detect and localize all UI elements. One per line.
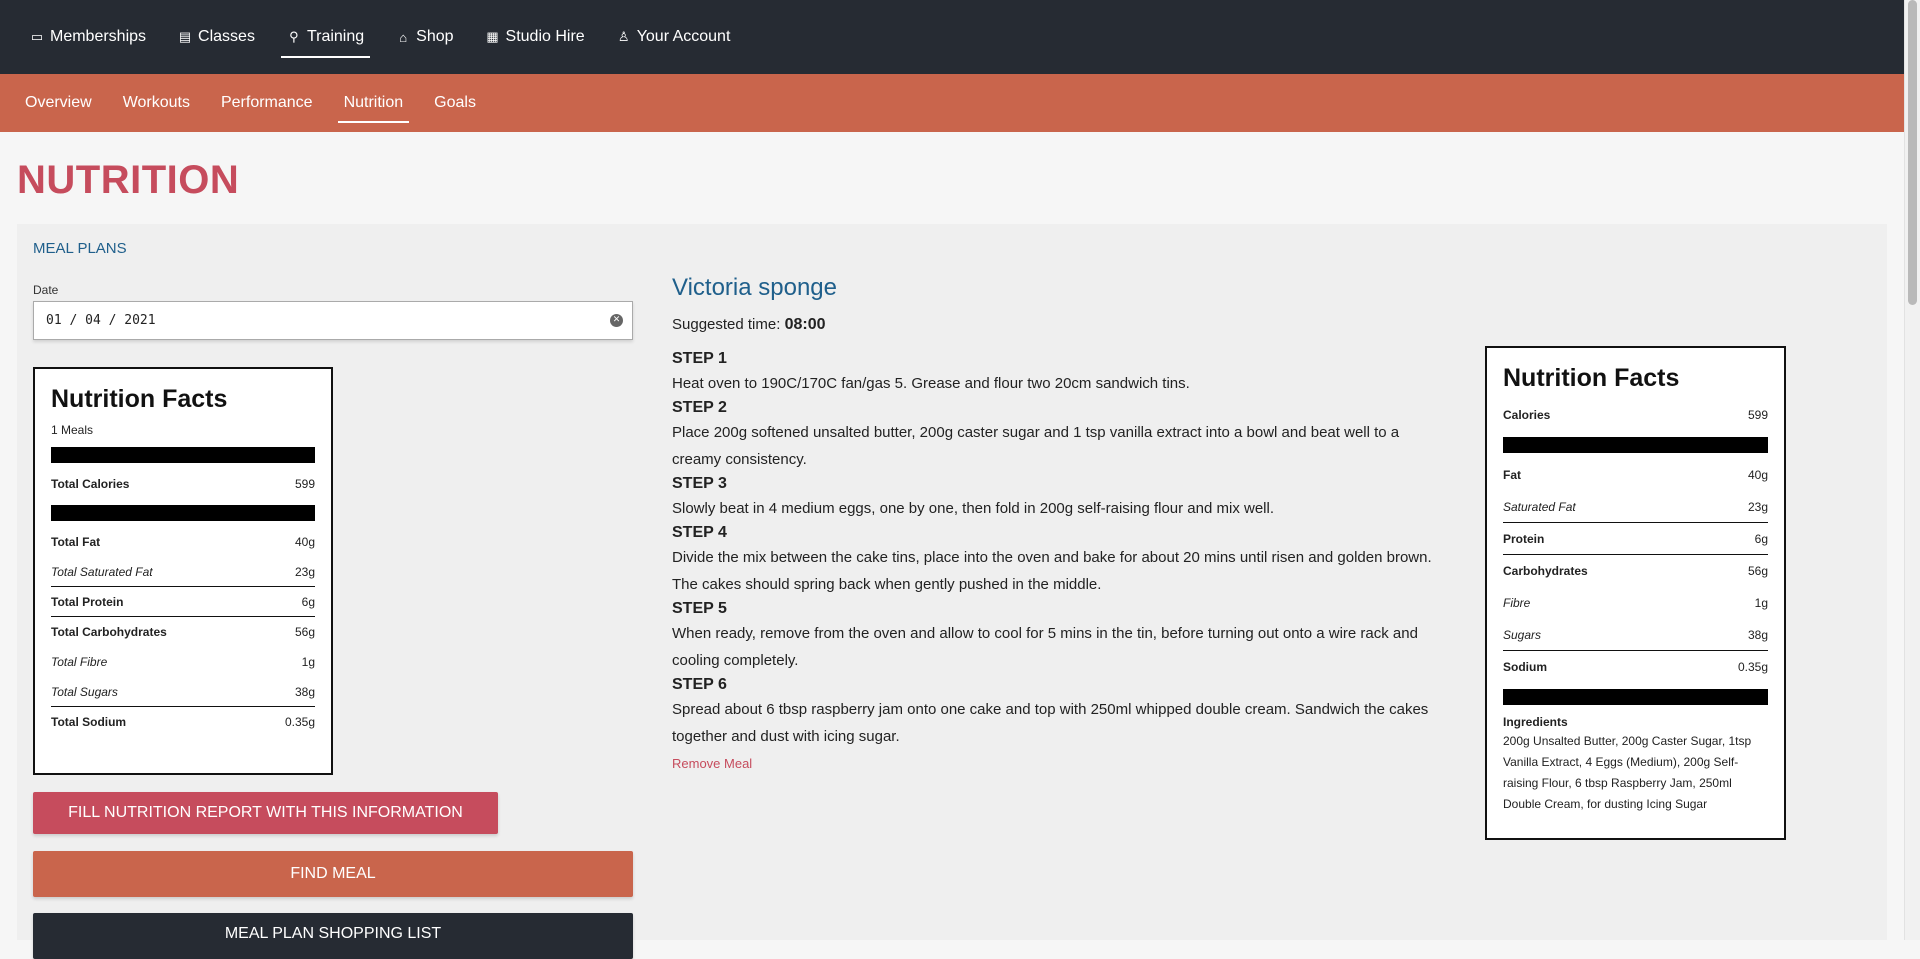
fact-row-fibre: Total Fibre 1g xyxy=(51,655,315,669)
fill-nutrition-report-button[interactable]: FILL NUTRITION REPORT WITH THIS INFORMAT… xyxy=(33,792,498,834)
nav-label: Your Account xyxy=(636,28,731,45)
step-text: Place 200g softened unsalted butter, 200… xyxy=(672,424,1400,468)
step-title: STEP 6 xyxy=(672,676,727,693)
fact-row-fibre: Fibre 1g xyxy=(1503,596,1768,610)
nutrition-facts-title: Nutrition Facts xyxy=(1503,364,1680,392)
divider-bar xyxy=(51,447,315,463)
nutrition-facts-title: Nutrition Facts xyxy=(51,385,228,413)
date-input[interactable]: 01 / 04 / 2021 ✕ xyxy=(33,301,633,340)
step-text: Heat oven to 190C/170C fan/gas 5. Grease… xyxy=(672,375,1190,392)
fact-row-carbohydrates: Carbohydrates 56g xyxy=(1503,564,1768,578)
building-icon: ▦ xyxy=(486,29,499,44)
suggested-time-value: 08:00 xyxy=(784,316,826,333)
step-title: STEP 4 xyxy=(672,524,727,541)
tab-performance[interactable]: Performance xyxy=(215,83,319,123)
calendar-icon: ▤ xyxy=(178,29,192,44)
fact-row-fat: Fat 40g xyxy=(1503,468,1768,482)
recipe-steps: STEP 1 Heat oven to 190C/170C fan/gas 5.… xyxy=(672,348,1432,773)
summary-nutrition-facts: Nutrition Facts 1 Meals Total Calories 5… xyxy=(33,367,333,775)
date-label: Date xyxy=(33,283,59,297)
calories-row: Calories 599 xyxy=(1503,408,1768,422)
shopping-list-button[interactable]: MEAL PLAN SHOPPING LIST xyxy=(33,913,633,959)
fact-row-protein: Total Protein 6g xyxy=(51,587,315,617)
nav-label: Memberships xyxy=(50,28,147,45)
nav-label: Shop xyxy=(416,28,454,45)
nav-label: Training xyxy=(306,28,365,45)
nav-classes[interactable]: ▤ Classes xyxy=(172,16,261,58)
sub-nav: Overview Workouts Performance Nutrition … xyxy=(0,74,1904,132)
step-text: Slowly beat in 4 medium eggs, one by one… xyxy=(672,500,1274,517)
fact-row-carbohydrates: Total Carbohydrates 56g xyxy=(51,625,315,639)
step-text: Spread about 6 tbsp raspberry jam onto o… xyxy=(672,701,1429,745)
step-title: STEP 2 xyxy=(672,399,727,416)
fact-row-fat: Total Fat 40g xyxy=(51,535,315,549)
meal-plans-link[interactable]: MEAL PLANS xyxy=(33,240,127,257)
divider-bar xyxy=(51,505,315,521)
basket-icon: ⌂ xyxy=(399,29,408,45)
nav-memberships[interactable]: ▭ Memberships xyxy=(24,16,152,58)
tab-overview[interactable]: Overview xyxy=(19,83,98,123)
nav-studio-hire[interactable]: ▦ Studio Hire xyxy=(480,16,591,58)
step-title: STEP 5 xyxy=(672,600,727,617)
suggested-time: Suggested time: 08:00 xyxy=(672,316,826,333)
divider-bar xyxy=(1503,689,1768,705)
remove-meal-link[interactable]: Remove Meal xyxy=(672,756,752,771)
step-text: When ready, remove from the oven and all… xyxy=(672,625,1418,669)
wallet-icon: ▭ xyxy=(30,29,44,44)
tab-nutrition[interactable]: Nutrition xyxy=(337,83,410,123)
user-icon: ♙ xyxy=(617,29,630,44)
step-title: STEP 3 xyxy=(672,475,727,492)
step-text: Divide the mix between the cake tins, pl… xyxy=(672,549,1432,593)
nav-label: Studio Hire xyxy=(505,28,585,45)
top-nav: ▭ Memberships ▤ Classes ⚲ Training ⌂ Sho… xyxy=(0,0,1904,74)
nav-label: Classes xyxy=(198,28,255,45)
running-icon: ⚲ xyxy=(289,29,299,44)
ingredients-title: Ingredients xyxy=(1503,715,1568,729)
nav-shop[interactable]: ⌂ Shop xyxy=(390,16,459,58)
clear-icon[interactable]: ✕ xyxy=(610,314,623,327)
tab-workouts[interactable]: Workouts xyxy=(117,83,196,123)
fact-row-saturated-fat: Saturated Fat 23g xyxy=(1503,491,1768,523)
fact-row-sodium: Sodium 0.35g xyxy=(1503,660,1768,674)
find-meal-button[interactable]: FIND MEAL xyxy=(33,851,633,897)
fact-row-protein: Protein 6g xyxy=(1503,523,1768,555)
step-title: STEP 1 xyxy=(672,350,727,367)
fact-row-saturated-fat: Total Saturated Fat 23g xyxy=(51,557,315,587)
page-scrollbar[interactable] xyxy=(1904,0,1920,940)
nav-training[interactable]: ⚲ Training xyxy=(280,16,371,58)
fact-row-sodium: Total Sodium 0.35g xyxy=(51,715,315,729)
page-title: NUTRITION xyxy=(17,158,240,202)
recipe-title[interactable]: Victoria sponge xyxy=(672,274,837,302)
fact-row-sugars: Total Sugars 38g xyxy=(51,677,315,707)
tab-goals[interactable]: Goals xyxy=(428,83,482,123)
fact-row-sugars: Sugars 38g xyxy=(1503,619,1768,651)
ingredients-text: 200g Unsalted Butter, 200g Caster Sugar,… xyxy=(1503,734,1752,811)
meal-nutrition-facts: Nutrition Facts Calories 599 Fat 40g Sat… xyxy=(1485,346,1786,840)
date-value: 01 / 04 / 2021 xyxy=(46,313,156,328)
nav-your-account[interactable]: ♙ Your Account xyxy=(611,16,737,58)
total-calories-row: Total Calories 599 xyxy=(51,477,315,491)
meals-count: 1 Meals xyxy=(51,423,94,437)
scrollbar-thumb[interactable] xyxy=(1908,0,1917,305)
divider-bar xyxy=(1503,437,1768,453)
